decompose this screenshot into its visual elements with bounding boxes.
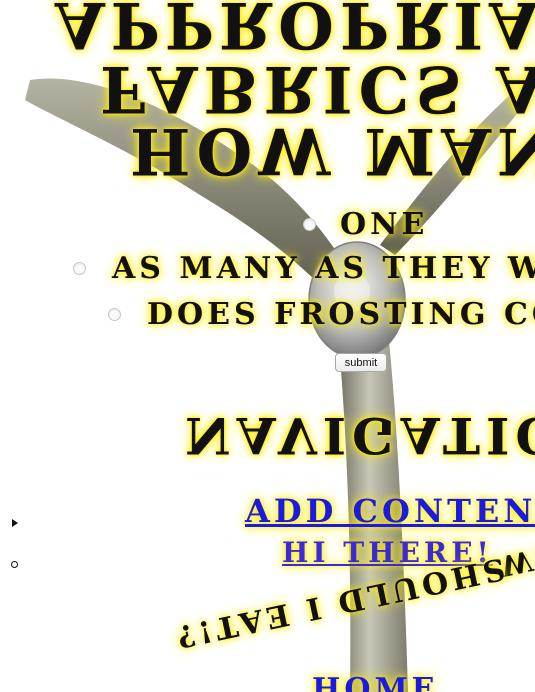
poll-option-label: does frosting count? <box>147 297 535 332</box>
nav-link-add-content[interactable]: add content <box>245 492 535 530</box>
nav-link-home[interactable]: home <box>312 672 439 692</box>
poll-option-label: one <box>340 207 429 242</box>
poll-option-one[interactable]: one <box>303 207 428 242</box>
poll-option-as-many[interactable]: as many as they want <box>73 251 535 286</box>
heading-line-3: How many <box>130 113 535 188</box>
page-canvas: Appropriate for Fabrics are How many one… <box>0 0 535 692</box>
radio-button[interactable] <box>73 262 86 275</box>
navigation-title: Navigation <box>185 406 535 465</box>
radio-button[interactable] <box>303 218 316 231</box>
expand-arrow-icon[interactable] <box>12 519 18 527</box>
list-bullet-icon <box>11 561 18 568</box>
heading-line-2: Fabrics are <box>100 51 535 126</box>
poll-option-frosting[interactable]: does frosting count? <box>108 297 535 332</box>
submit-button[interactable]: submit <box>335 353 387 372</box>
heading-line-1: Appropriate for <box>55 0 535 62</box>
poll-option-label: as many as they want <box>112 251 535 286</box>
radio-button[interactable] <box>108 308 121 321</box>
